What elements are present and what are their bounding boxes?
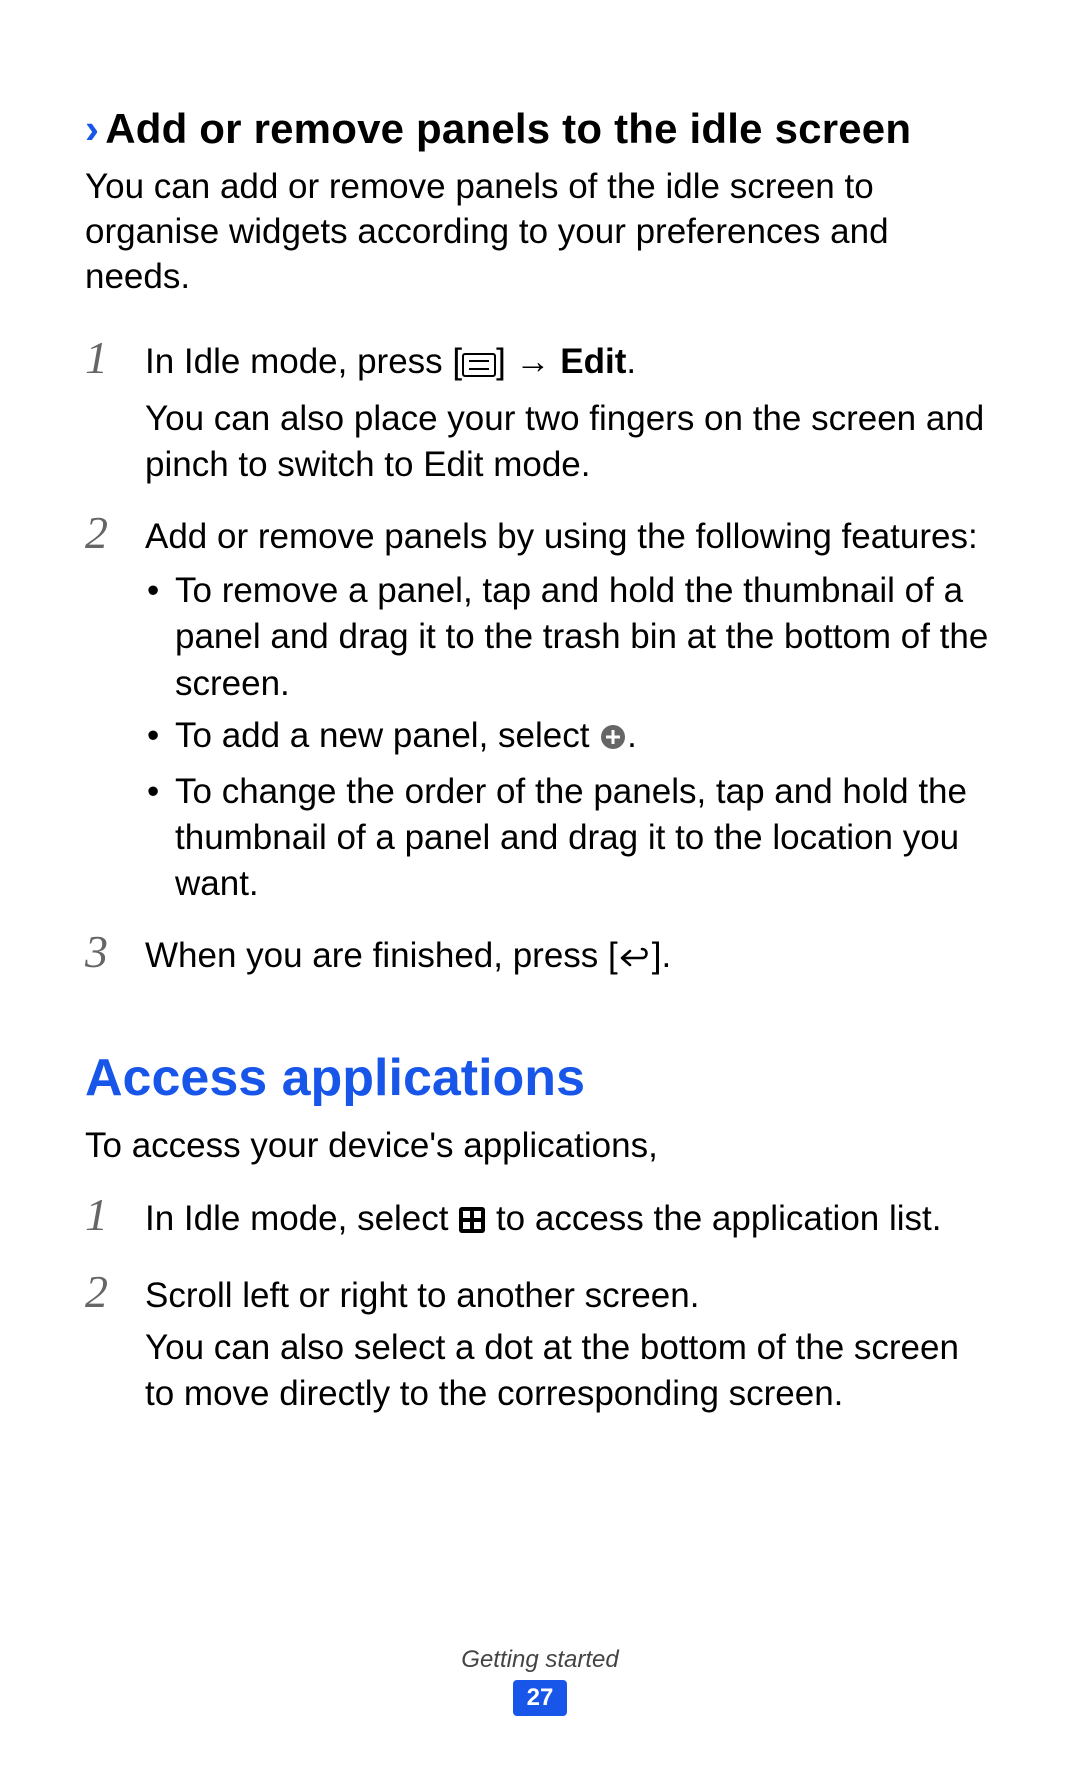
subsection-intro: You can add or remove panels of the idle…	[85, 165, 995, 299]
text: ] →	[496, 342, 560, 381]
text: .	[627, 716, 637, 755]
step-line: You can also select a dot at the bottom …	[145, 1325, 995, 1417]
step-3: 3 When you are finished, press [].	[85, 933, 995, 989]
step-line: In Idle mode, press [ ] → Edit.	[145, 339, 995, 389]
chevron-icon: ›	[85, 105, 99, 152]
page-footer: Getting started 27	[0, 1646, 1080, 1716]
step-number: 2	[85, 1269, 145, 1420]
subsection-heading-text: Add or remove panels to the idle screen	[105, 105, 911, 152]
text: To add a new panel, select	[175, 716, 599, 755]
step-number: 2	[85, 510, 145, 910]
edit-label: Edit	[560, 342, 626, 381]
steps-list-panels: 1 In Idle mode, press [] → Edit. You can…	[85, 339, 995, 989]
text: In Idle mode, press [	[145, 342, 462, 381]
step-1: 1 In Idle mode, select to access the app…	[85, 1196, 995, 1252]
back-key-icon	[618, 937, 652, 983]
step-number: 3	[85, 929, 145, 985]
footer-chapter-label: Getting started	[0, 1646, 1080, 1674]
step-number: 1	[85, 335, 145, 490]
bullet-list: To remove a panel, tap and hold the thum…	[145, 568, 995, 907]
step-number: 1	[85, 1192, 145, 1248]
step-line: In Idle mode, select to access the appli…	[145, 1196, 995, 1246]
page-number-badge: 27	[513, 1680, 568, 1716]
subsection-heading: ›Add or remove panels to the idle screen	[85, 105, 995, 153]
menu-key-icon	[462, 343, 496, 389]
bullet-item: To change the order of the panels, tap a…	[145, 769, 995, 908]
step-line: Scroll left or right to another screen.	[145, 1273, 995, 1319]
step-body: Add or remove panels by using the follow…	[145, 514, 995, 914]
text: ].	[652, 936, 671, 975]
manual-page: ›Add or remove panels to the idle screen…	[0, 0, 1080, 1771]
apps-grid-icon	[458, 1200, 486, 1246]
section-heading: Access applications	[85, 1048, 995, 1108]
step-1: 1 In Idle mode, press [] → Edit. You can…	[85, 339, 995, 494]
step-2: 2 Scroll left or right to another screen…	[85, 1273, 995, 1424]
plus-circle-icon	[599, 717, 627, 763]
text: .	[626, 342, 636, 381]
step-body: Scroll left or right to another screen. …	[145, 1273, 995, 1424]
text: to access the application list.	[486, 1199, 941, 1238]
bullet-item: To add a new panel, select .	[145, 713, 995, 763]
step-line: Add or remove panels by using the follow…	[145, 514, 995, 560]
step-line: When you are finished, press [].	[145, 933, 995, 983]
section-intro: To access your device's applications,	[85, 1124, 995, 1169]
steps-list-apps: 1 In Idle mode, select to access the app…	[85, 1196, 995, 1423]
step-body: In Idle mode, select to access the appli…	[145, 1196, 995, 1252]
step-body: When you are finished, press [].	[145, 933, 995, 989]
text: In Idle mode, select	[145, 1199, 458, 1238]
bullet-item: To remove a panel, tap and hold the thum…	[145, 568, 995, 707]
step-body: In Idle mode, press [ ] → Edit. You can a…	[145, 339, 995, 494]
text: When you are finished, press [	[145, 936, 618, 975]
step-2: 2 Add or remove panels by using the foll…	[85, 514, 995, 914]
step-line: You can also place your two fingers on t…	[145, 396, 995, 488]
